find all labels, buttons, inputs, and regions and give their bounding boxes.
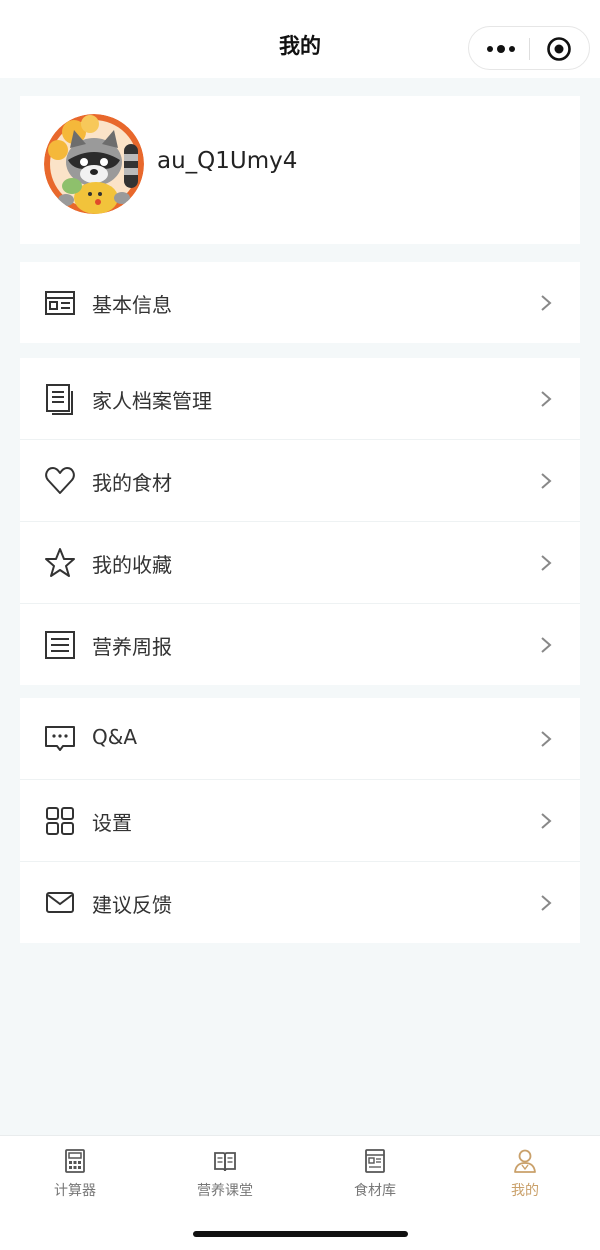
chevron-right-icon <box>541 637 552 653</box>
user-icon <box>514 1149 536 1173</box>
document-icon <box>46 384 73 415</box>
book-icon <box>214 1152 236 1172</box>
menu-item-family-profiles[interactable]: 家人档案管理 <box>20 358 580 440</box>
chevron-right-icon <box>541 555 552 571</box>
menu-item-my-ingredients[interactable]: 我的食材 <box>20 440 580 522</box>
username: au_Q1Umy4 <box>157 148 298 174</box>
tab-label: 我的 <box>511 1183 539 1199</box>
menu-item-settings[interactable]: 设置 <box>20 780 580 862</box>
profile-card[interactable]: au_Q1Umy4 <box>20 96 580 244</box>
tab-food-library[interactable]: 食材库 <box>300 1148 450 1208</box>
mini-program-capsule <box>468 26 590 70</box>
food-library-icon <box>365 1149 385 1173</box>
close-miniprogram-icon[interactable] <box>546 36 572 62</box>
tab-label: 食材库 <box>354 1183 396 1199</box>
menu-item-label: 我的食材 <box>92 471 172 495</box>
heart-icon <box>45 467 75 494</box>
menu-item-feedback[interactable]: 建议反馈 <box>20 862 580 943</box>
chevron-right-icon <box>541 295 552 311</box>
tab-label: 计算器 <box>54 1183 96 1199</box>
tab-mine[interactable]: 我的 <box>450 1148 600 1208</box>
menu-item-qa[interactable]: Q&A <box>20 698 580 780</box>
menu-item-label: 设置 <box>92 811 132 835</box>
tab-calculator[interactable]: 计算器 <box>0 1148 150 1208</box>
home-indicator <box>193 1231 408 1237</box>
menu-item-label: 营养周报 <box>92 635 172 659</box>
menu-group-support: Q&A 设置 建议反馈 <box>20 698 580 943</box>
navigation-bar: 我的 <box>0 0 600 78</box>
capsule-divider <box>529 38 530 60</box>
menu-group-main: 家人档案管理 我的食材 我的收藏 营养周报 <box>20 358 580 685</box>
menu-item-nutrition-weekly[interactable]: 营养周报 <box>20 604 580 685</box>
report-icon <box>45 631 75 659</box>
chevron-right-icon <box>541 813 552 829</box>
mail-icon <box>46 892 74 913</box>
menu-group-basic: 基本信息 <box>20 262 580 343</box>
grid-icon <box>46 807 74 835</box>
menu-item-label: 基本信息 <box>92 293 172 317</box>
chat-icon <box>45 726 75 751</box>
star-icon <box>45 548 75 577</box>
chevron-right-icon <box>541 895 552 911</box>
menu-item-label: Q&A <box>92 725 138 749</box>
more-options-icon[interactable] <box>484 39 518 59</box>
tab-label: 营养课堂 <box>197 1183 253 1199</box>
menu-item-label: 家人档案管理 <box>92 389 212 413</box>
avatar[interactable] <box>44 114 144 214</box>
menu-item-label: 建议反馈 <box>92 893 172 917</box>
menu-item-label: 我的收藏 <box>92 553 172 577</box>
menu-item-basic-info[interactable]: 基本信息 <box>20 262 580 343</box>
tab-nutrition-class[interactable]: 营养课堂 <box>150 1148 300 1208</box>
chevron-right-icon <box>541 391 552 407</box>
chevron-right-icon <box>541 473 552 489</box>
menu-item-my-favorites[interactable]: 我的收藏 <box>20 522 580 604</box>
id-card-icon <box>45 291 75 315</box>
calculator-icon <box>65 1149 85 1173</box>
chevron-right-icon <box>541 731 552 747</box>
